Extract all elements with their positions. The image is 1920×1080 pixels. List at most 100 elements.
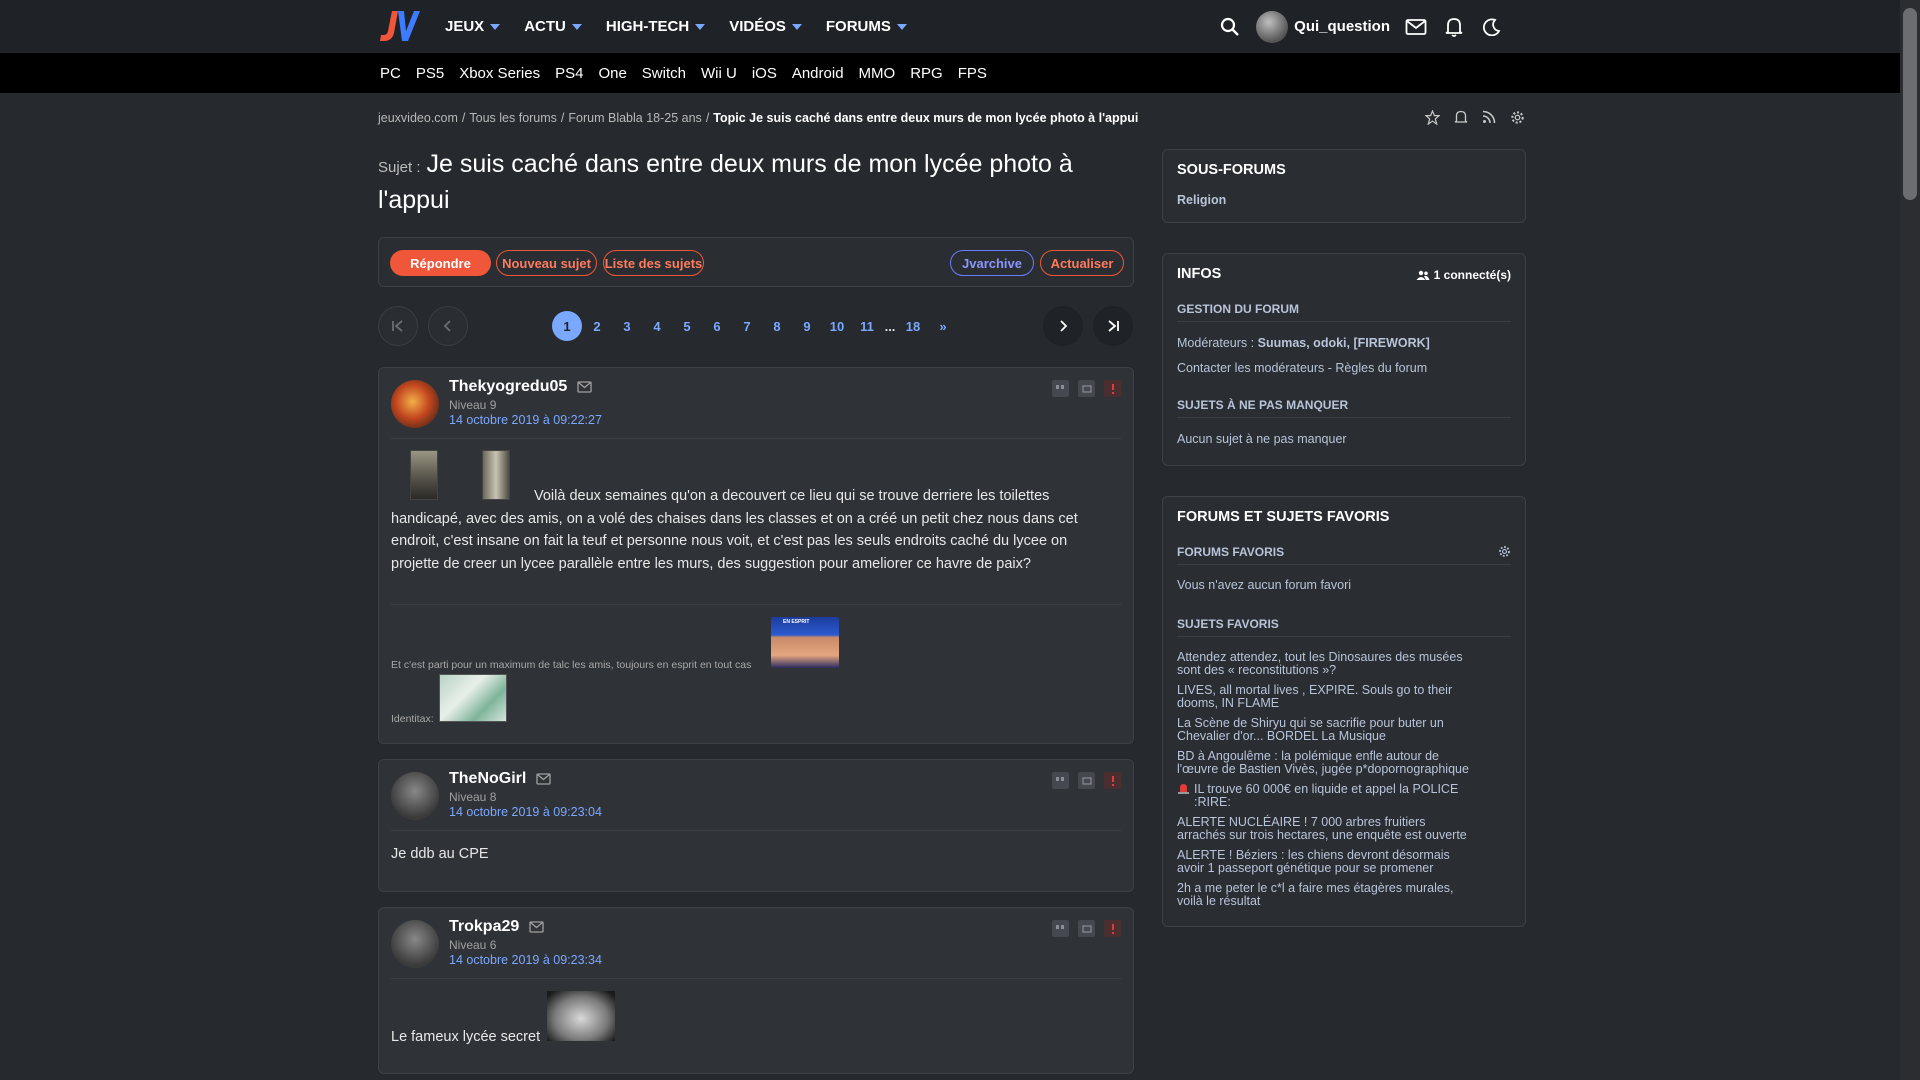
contact-moderators-link[interactable]: Contacter les modérateurs — [1177, 361, 1324, 375]
star-icon[interactable] — [1425, 110, 1440, 125]
avatar[interactable] — [391, 772, 439, 820]
nav-videos[interactable]: VIDÉOS — [729, 18, 802, 35]
gear-icon[interactable] — [1498, 545, 1511, 558]
blacklist-button[interactable] — [1078, 380, 1095, 397]
platform-ps4[interactable]: PS4 — [555, 65, 583, 82]
favorite-topic-link[interactable]: LIVES, all mortal lives , EXPIRE. Souls … — [1177, 684, 1477, 710]
favorite-topic-link[interactable]: Attendez attendez, tout les Dinosaures d… — [1177, 651, 1477, 677]
nav-high-tech[interactable]: HIGH-TECH — [606, 18, 706, 35]
nav-actu[interactable]: ACTU — [524, 18, 582, 35]
breadcrumb-forum[interactable]: Forum Blabla 18-25 ans — [568, 111, 701, 125]
favorite-topic-link[interactable]: BD à Angoulême : la polémique enfle auto… — [1177, 750, 1477, 776]
platform-pc[interactable]: PC — [380, 65, 401, 82]
reply-button[interactable]: Répondre — [390, 250, 491, 276]
platform-rpg[interactable]: RPG — [910, 65, 943, 82]
platform-ps5[interactable]: PS5 — [416, 65, 444, 82]
quote-button[interactable] — [1052, 380, 1069, 397]
search-button[interactable] — [1218, 15, 1242, 39]
quote-button[interactable] — [1052, 920, 1069, 937]
favorite-topic-link[interactable]: 2h a me peter le c*l a faire mes étagère… — [1177, 882, 1477, 908]
page-link[interactable]: 2 — [582, 311, 612, 341]
platform-fps[interactable]: FPS — [958, 65, 987, 82]
nav-forums[interactable]: FORUMS — [826, 18, 907, 35]
notifications-button[interactable] — [1442, 15, 1466, 39]
favorite-topic-link[interactable]: ALERTE NUCLÉAIRE ! 7 000 arbres fruitier… — [1177, 816, 1477, 842]
post-body: Le fameux lycée secret — [391, 1029, 541, 1045]
post-author[interactable]: Thekyogredu05 — [449, 378, 592, 396]
post: Trokpa29 Niveau 6 14 octobre 2019 à 09:2… — [378, 907, 1134, 1074]
breadcrumb-all-forums[interactable]: Tous les forums — [469, 111, 557, 125]
breadcrumb-home[interactable]: jeuxvideo.com — [378, 111, 458, 125]
mail-icon[interactable] — [529, 921, 544, 933]
main-nav: JEUX ACTU HIGH-TECH VIDÉOS FORUMS — [445, 0, 931, 53]
subforum-link[interactable]: Religion — [1177, 193, 1226, 207]
platform-wii-u[interactable]: Wii U — [701, 65, 737, 82]
prev-page-button[interactable] — [428, 306, 468, 346]
last-page-button[interactable] — [1093, 306, 1133, 346]
next-page-button[interactable] — [1043, 306, 1083, 346]
post-author[interactable]: Trokpa29 — [449, 918, 544, 936]
avatar[interactable] — [391, 920, 439, 968]
next-pages-link[interactable]: » — [928, 311, 958, 341]
post-level: Niveau 8 — [449, 790, 497, 804]
page-link[interactable]: 11 — [852, 311, 882, 341]
avatar[interactable] — [391, 380, 439, 428]
infos-title: INFOS — [1177, 266, 1222, 282]
scrollbar[interactable] — [1900, 0, 1920, 1080]
jvarchive-button[interactable]: Jvarchive — [950, 250, 1034, 276]
alert-icon — [1111, 923, 1114, 934]
page-link[interactable]: 7 — [732, 311, 762, 341]
page-link[interactable]: 18 — [898, 311, 928, 341]
page-link[interactable]: 5 — [672, 311, 702, 341]
chevron-down-icon — [791, 23, 802, 30]
nav-jeux[interactable]: JEUX — [445, 18, 501, 35]
breadcrumb-current: Topic Je suis caché dans entre deux murs… — [713, 111, 1139, 125]
first-page-button[interactable] — [378, 306, 418, 346]
jv-logo[interactable] — [378, 9, 420, 43]
page-link[interactable]: 6 — [702, 311, 732, 341]
page-link[interactable]: 4 — [642, 311, 672, 341]
rss-icon[interactable] — [1482, 110, 1496, 124]
page-link[interactable]: 10 — [822, 311, 852, 341]
topic-list-button[interactable]: Liste des sujets — [603, 250, 704, 276]
report-button[interactable] — [1104, 380, 1121, 397]
alert-icon — [1111, 775, 1114, 786]
moderators-list[interactable]: Suumas, odoki, [FIREWORK] — [1258, 336, 1430, 350]
forum-rules-link[interactable]: Règles du forum — [1335, 361, 1427, 375]
page-link[interactable]: 1 — [552, 311, 582, 341]
report-button[interactable] — [1104, 920, 1121, 937]
refresh-button[interactable]: Actualiser — [1040, 250, 1124, 276]
mail-icon[interactable] — [536, 773, 551, 785]
platform-ios[interactable]: iOS — [752, 65, 777, 82]
blacklist-button[interactable] — [1078, 772, 1095, 789]
platform-one[interactable]: One — [598, 65, 626, 82]
platform-xbox-series[interactable]: Xbox Series — [459, 65, 540, 82]
gear-icon[interactable] — [1510, 110, 1525, 125]
jv-logo-icon — [380, 11, 420, 41]
scrollbar-thumb[interactable] — [1903, 8, 1917, 200]
favorite-topic-link[interactable]: IL trouve 60 000€ en liquide et appel la… — [1194, 783, 1484, 809]
mail-icon[interactable] — [577, 381, 592, 393]
favorite-topics-title: SUJETS FAVORIS — [1177, 617, 1279, 631]
post-image-thumbnail[interactable] — [547, 991, 615, 1041]
blacklist-button[interactable] — [1078, 920, 1095, 937]
post-author[interactable]: TheNoGirl — [449, 770, 551, 788]
quote-button[interactable] — [1052, 772, 1069, 789]
favorite-topic-link[interactable]: ALERTE ! Béziers : les chiens devront dé… — [1177, 849, 1477, 875]
platform-switch[interactable]: Switch — [642, 65, 686, 82]
favorite-topic-link[interactable]: La Scène de Shiryu qui se sacrifie pour … — [1177, 717, 1477, 743]
platform-mmo[interactable]: MMO — [859, 65, 896, 82]
post-date[interactable]: 14 octobre 2019 à 09:22:27 — [449, 413, 602, 427]
page-link[interactable]: 8 — [762, 311, 792, 341]
platform-android[interactable]: Android — [792, 65, 844, 82]
post-date[interactable]: 14 octobre 2019 à 09:23:04 — [449, 805, 602, 819]
page-link[interactable]: 3 — [612, 311, 642, 341]
user-menu[interactable]: Qui_question — [1256, 10, 1390, 43]
bell-icon[interactable] — [1454, 110, 1468, 125]
new-topic-button[interactable]: Nouveau sujet — [496, 250, 597, 276]
post-date[interactable]: 14 octobre 2019 à 09:23:34 — [449, 953, 602, 967]
page-link[interactable]: 9 — [792, 311, 822, 341]
report-button[interactable] — [1104, 772, 1121, 789]
dark-mode-toggle[interactable] — [1480, 15, 1504, 39]
messages-button[interactable] — [1404, 15, 1428, 39]
